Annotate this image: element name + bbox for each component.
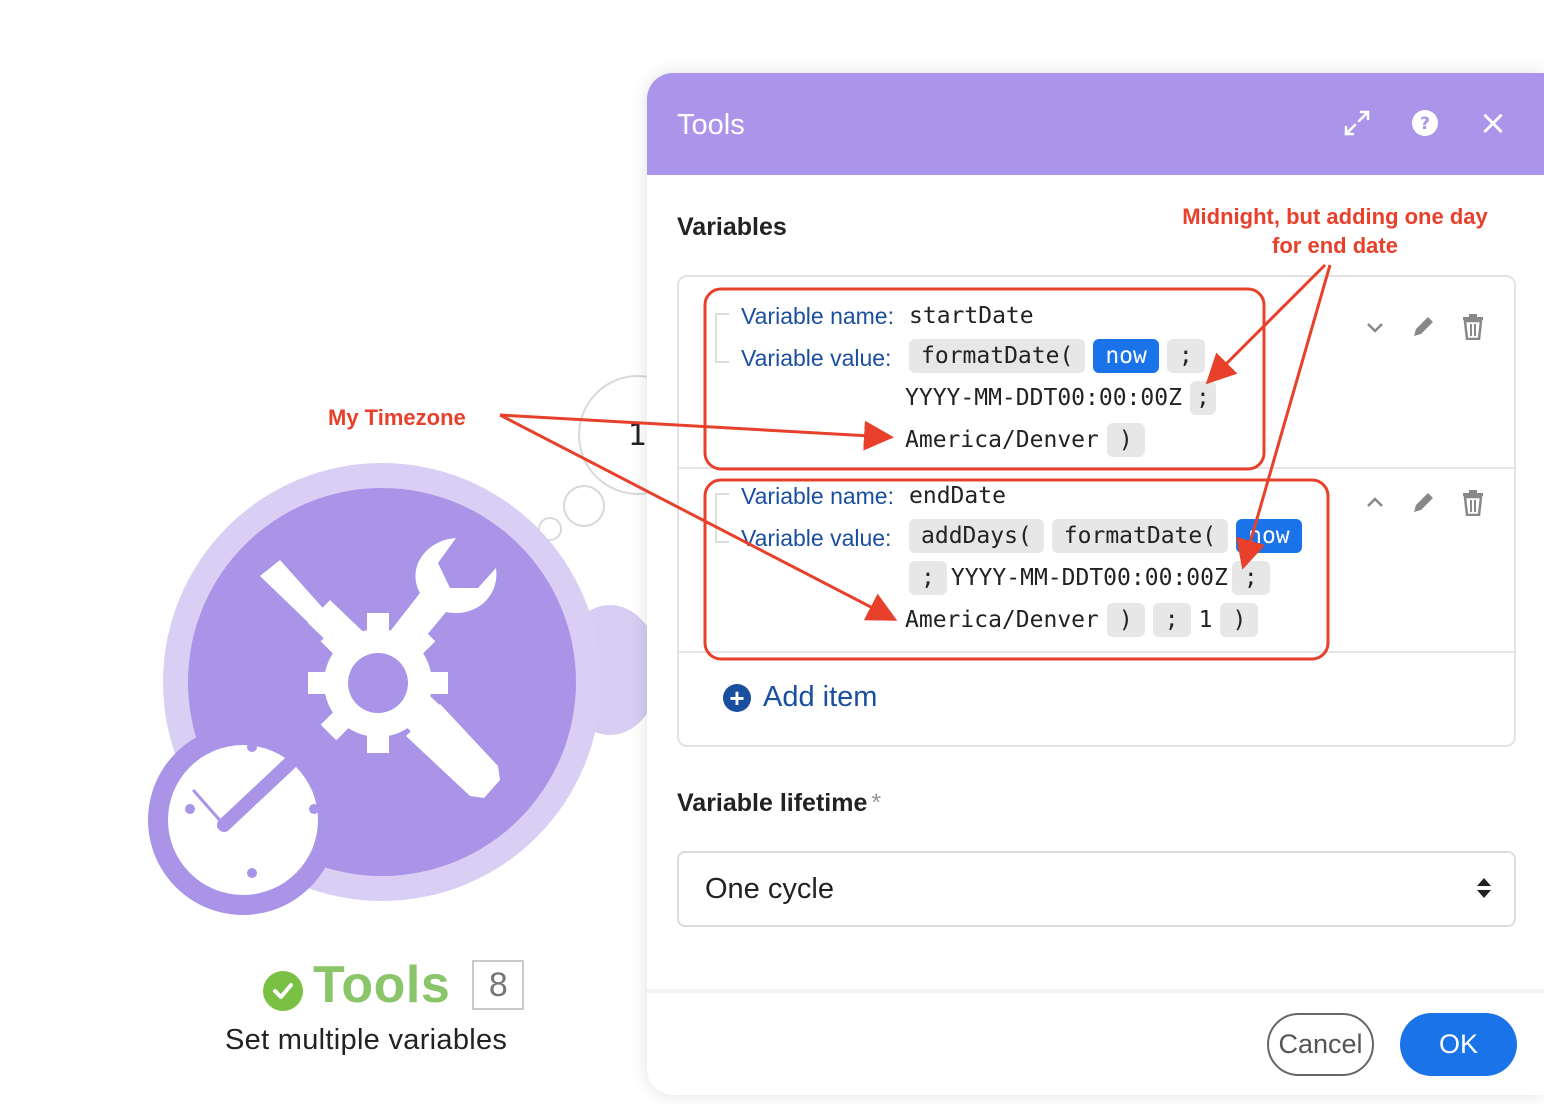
keyword-token[interactable]: now <box>1093 339 1159 373</box>
module-name[interactable]: Tools <box>313 955 450 1015</box>
select-arrows-icon <box>1476 877 1492 899</box>
check-icon <box>263 971 303 1011</box>
variable-item: Variable name: startDate Variable value:… <box>679 277 1514 469</box>
trash-icon[interactable] <box>1457 487 1489 519</box>
ok-button[interactable]: OK <box>1400 1013 1517 1076</box>
add-item-label: Add item <box>763 681 878 713</box>
function-token[interactable]: formatDate( <box>909 339 1086 373</box>
variables-list: Variable name: startDate Variable value:… <box>677 275 1516 747</box>
annotation-timezone: My Timezone <box>328 405 466 430</box>
variable-name-label: Variable name: <box>741 303 894 329</box>
variable-name-field[interactable]: startDate <box>909 303 1034 329</box>
separator-token[interactable]: ; <box>1152 603 1191 637</box>
function-token[interactable]: formatDate( <box>1051 519 1229 553</box>
separator-token[interactable]: ; <box>909 561 947 595</box>
module-subtitle: Set multiple variables <box>225 1024 508 1056</box>
chevron-up-icon[interactable] <box>1359 487 1391 519</box>
variable-value-line[interactable]: YYYY-MM-DDT00:00:00Z ; <box>905 381 1216 415</box>
separator-token[interactable]: ; <box>1189 381 1216 415</box>
variable-name-field[interactable]: endDate <box>909 483 1006 509</box>
variable-lifetime-select[interactable]: One cycle <box>677 851 1516 927</box>
footer-divider <box>647 989 1544 993</box>
variable-value-line[interactable]: America/Denver ) ; 1 ) <box>905 603 1259 637</box>
variable-value-field[interactable]: addDays( formatDate( now <box>909 519 1302 553</box>
chevron-down-icon[interactable] <box>1359 311 1391 343</box>
format-text: YYYY-MM-DDT00:00:00Z <box>950 565 1228 591</box>
separator-token[interactable]: ; <box>1166 339 1205 373</box>
variable-lifetime-label: Variable lifetime * <box>677 789 881 818</box>
days-value: 1 <box>1198 607 1213 633</box>
cancel-button[interactable]: Cancel <box>1267 1013 1374 1076</box>
help-icon[interactable]: ? <box>1409 107 1441 139</box>
close-icon[interactable]: × <box>1477 103 1509 143</box>
pencil-icon[interactable] <box>1407 311 1439 343</box>
variable-item: Variable name: endDate Variable value: a… <box>679 469 1514 653</box>
add-item-button[interactable]: + Add item <box>723 681 877 714</box>
separator-token[interactable]: ; <box>1231 561 1270 595</box>
bubble-number: 1 <box>628 418 648 453</box>
timezone-text: America/Denver <box>905 427 1099 453</box>
item-bracket <box>715 493 729 543</box>
variable-lifetime-value: One cycle <box>705 872 834 905</box>
keyword-token[interactable]: now <box>1236 519 1302 553</box>
function-token[interactable]: addDays( <box>909 519 1044 553</box>
variable-name-label: Variable name: <box>741 483 894 509</box>
timezone-text: America/Denver <box>905 607 1099 633</box>
pencil-icon[interactable] <box>1407 487 1439 519</box>
variable-value-label: Variable value: <box>741 525 892 551</box>
annotation-midnight: Midnight, but adding one day for end dat… <box>1182 204 1488 258</box>
dialog-header: Tools ? × <box>647 73 1544 175</box>
variable-value-label: Variable value: <box>741 345 892 371</box>
variable-lifetime-text: Variable lifetime <box>677 789 868 817</box>
svg-text:?: ? <box>1420 114 1430 134</box>
item-bracket <box>715 313 729 363</box>
variable-value-line[interactable]: ; YYYY-MM-DDT00:00:00Z ; <box>909 561 1270 595</box>
module-id-badge: 8 <box>472 960 525 1010</box>
format-text: YYYY-MM-DDT00:00:00Z <box>905 385 1182 411</box>
variable-value-line[interactable]: America/Denver ) <box>905 423 1145 457</box>
close-paren-token[interactable]: ) <box>1106 423 1145 457</box>
variables-label: Variables <box>677 213 787 241</box>
clock-icon <box>185 745 318 878</box>
expand-icon[interactable] <box>1341 107 1373 139</box>
close-paren-token[interactable]: ) <box>1220 603 1259 637</box>
dialog-title: Tools <box>677 109 745 141</box>
trash-icon[interactable] <box>1457 311 1489 343</box>
close-paren-token[interactable]: ) <box>1106 603 1145 637</box>
variable-value-field[interactable]: formatDate( now ; <box>909 339 1205 373</box>
required-mark: * <box>871 789 882 817</box>
module-title: Tools 8 <box>263 955 525 1015</box>
plus-circle-icon: + <box>723 683 751 712</box>
